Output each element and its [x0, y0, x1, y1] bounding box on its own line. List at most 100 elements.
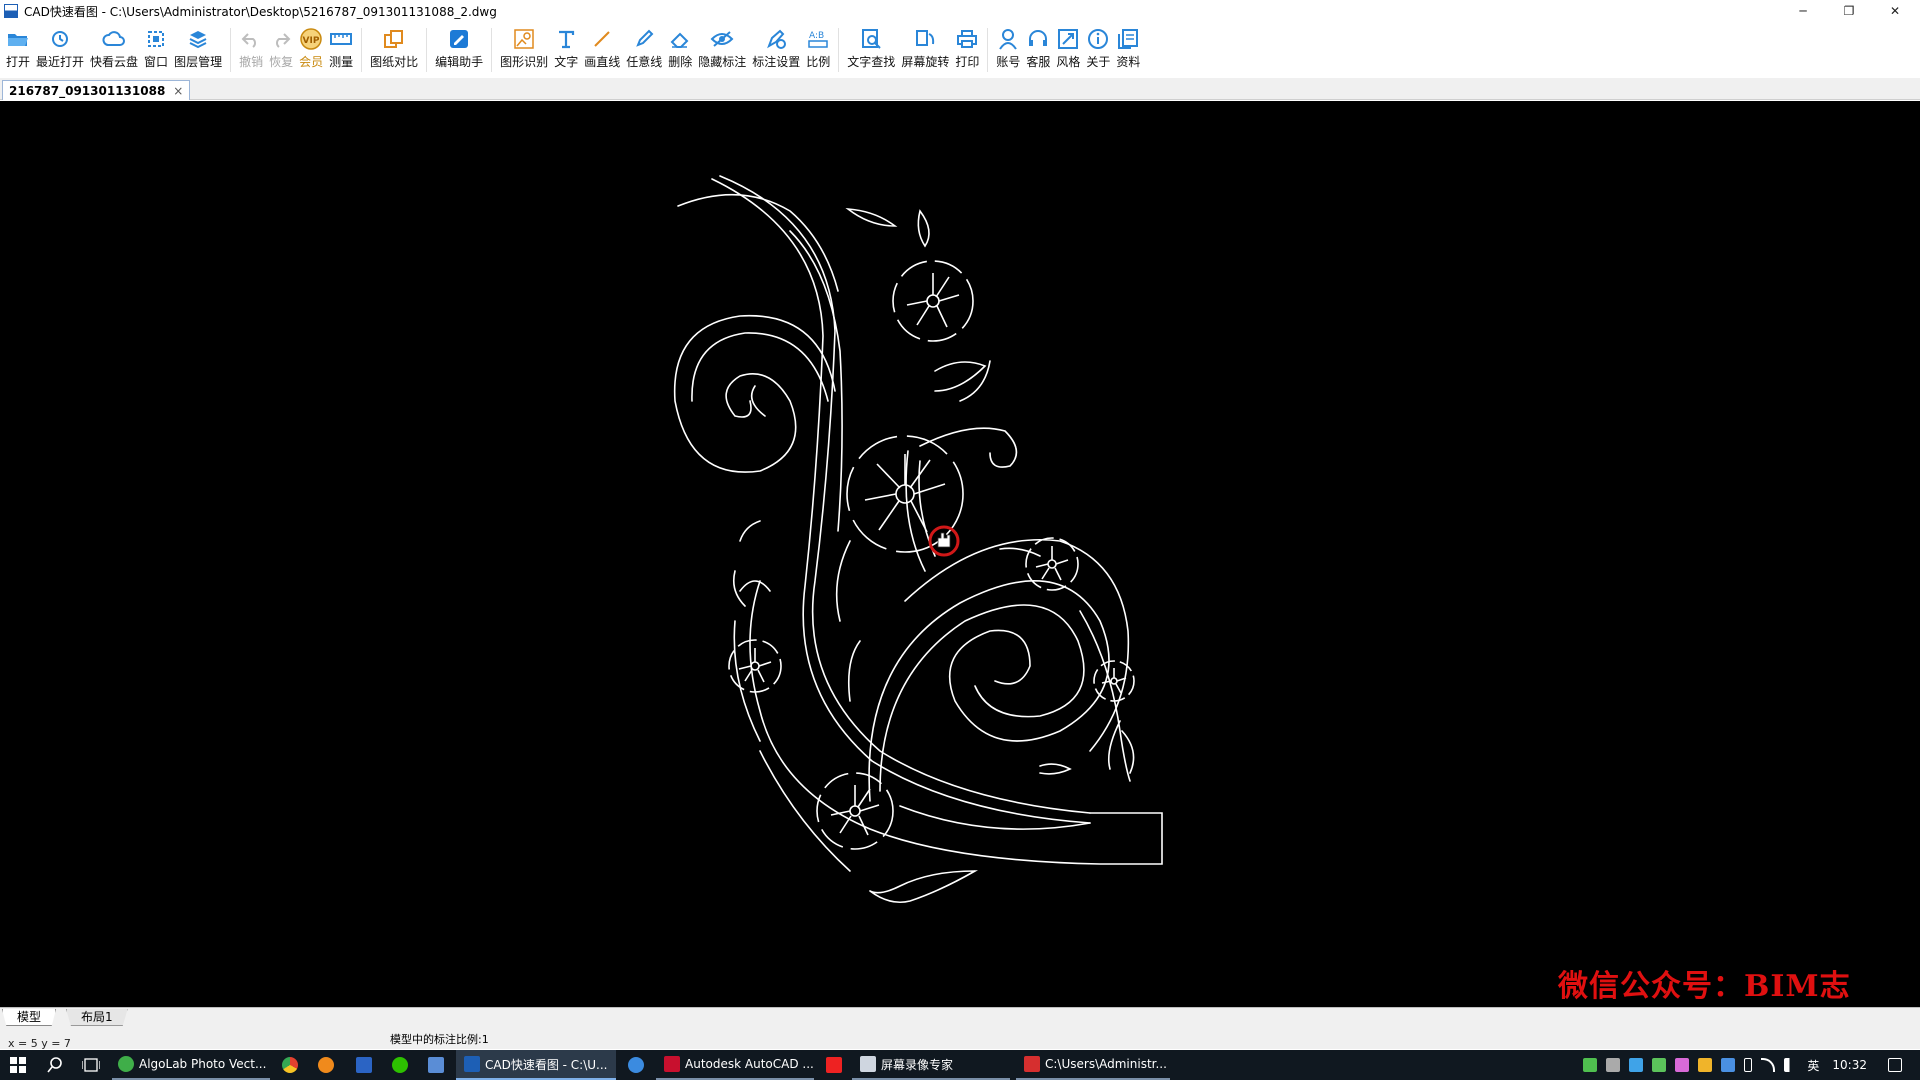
- toolbar-separator: [838, 28, 840, 72]
- layer-manager-button[interactable]: 图层管理: [174, 22, 222, 78]
- clock-time[interactable]: 10:32: [1832, 1058, 1867, 1072]
- document-tab-bar: 216787_091301131088 ×: [0, 78, 1920, 100]
- windows-start-button[interactable]: [0, 1050, 36, 1080]
- taskbar-app-cad-viewer[interactable]: CAD快速看图 - C:\U...: [456, 1050, 616, 1080]
- taskbar-word[interactable]: [352, 1050, 376, 1080]
- pencil-icon: [632, 28, 656, 50]
- taskbar-app-algolab[interactable]: AlgoLab Photo Vect...: [112, 1050, 270, 1080]
- tray-app-icon[interactable]: [1652, 1058, 1667, 1072]
- headset-icon: [1026, 28, 1050, 50]
- undo-button[interactable]: 撤销: [239, 22, 263, 78]
- customer-service-button[interactable]: 客服: [1026, 22, 1050, 78]
- taskbar-app-screen-recorder[interactable]: 屏幕录像专家: [852, 1050, 1010, 1080]
- taskbar-app[interactable]: [424, 1050, 448, 1080]
- open-button[interactable]: 打开: [6, 22, 30, 78]
- measure-button[interactable]: 测量: [329, 22, 353, 78]
- network-icon[interactable]: [1761, 1058, 1776, 1072]
- ruler-icon: [329, 28, 353, 50]
- screen-rotate-button[interactable]: 屏幕旋转: [901, 22, 949, 78]
- materials-button[interactable]: 资料: [1116, 22, 1140, 78]
- explorer-icon: [1024, 1056, 1040, 1072]
- window-select-icon: [144, 28, 168, 50]
- tray-app-icon[interactable]: [1698, 1058, 1713, 1072]
- hide-annotation-button[interactable]: 隐藏标注: [698, 22, 746, 78]
- tray-app-icon[interactable]: [1721, 1058, 1736, 1072]
- flower-large: [846, 435, 964, 553]
- battery-icon[interactable]: [1744, 1058, 1753, 1072]
- restore-button[interactable]: ❐: [1826, 0, 1872, 22]
- taskbar-search-tool[interactable]: [314, 1050, 338, 1080]
- eye-hide-icon: [710, 28, 734, 50]
- text-search-button[interactable]: 文字查找: [847, 22, 895, 78]
- account-button[interactable]: 账号: [996, 22, 1020, 78]
- window-button[interactable]: 窗口: [144, 22, 168, 78]
- tray-app-icon[interactable]: [1629, 1058, 1644, 1072]
- cloud-disk-button[interactable]: 快看云盘: [90, 22, 138, 78]
- layers-icon: [186, 28, 210, 50]
- tab-layout1[interactable]: 布局1: [66, 1009, 128, 1026]
- autocad-icon: [664, 1056, 680, 1072]
- cad-viewer-icon: [464, 1056, 480, 1072]
- drawing-compare-button[interactable]: 图纸对比: [370, 22, 418, 78]
- redo-button[interactable]: 恢复: [269, 22, 293, 78]
- tray-app-icon[interactable]: [1583, 1058, 1598, 1072]
- scale-icon: A:B: [806, 28, 830, 50]
- style-icon: [1056, 28, 1080, 50]
- taskbar-chrome[interactable]: [278, 1050, 302, 1080]
- search-icon: [47, 1057, 62, 1073]
- close-tab-icon[interactable]: ×: [173, 84, 183, 98]
- shape-recognize-icon: [512, 28, 536, 50]
- task-view-button[interactable]: [76, 1050, 106, 1080]
- tab-model[interactable]: 模型: [2, 1009, 57, 1026]
- main-toolbar: 打开 最近打开 快看云盘 窗口 图层管理 撤销 恢复 VIP 会员 测量 图纸对…: [0, 22, 1920, 78]
- taskbar-wechat[interactable]: [388, 1050, 412, 1080]
- text-t-icon: [554, 28, 578, 50]
- taskbar-app-autocad[interactable]: Autodesk AutoCAD ...: [656, 1050, 814, 1080]
- toolbar-separator: [230, 28, 232, 72]
- taskbar-app-2[interactable]: [624, 1050, 648, 1080]
- undo-icon: [239, 28, 263, 50]
- annotation-settings-icon: [764, 28, 788, 50]
- about-button[interactable]: 关于: [1086, 22, 1110, 78]
- print-button[interactable]: 打印: [955, 22, 979, 78]
- freehand-line-button[interactable]: 任意线: [626, 22, 662, 78]
- volume-icon[interactable]: [1784, 1058, 1799, 1072]
- text-button[interactable]: 文字: [554, 22, 578, 78]
- algolab-icon: [118, 1056, 134, 1072]
- svg-text:VIP: VIP: [303, 36, 320, 46]
- taskbar-app-explorer[interactable]: C:\Users\Administr...: [1016, 1050, 1170, 1080]
- eraser-icon: [668, 28, 692, 50]
- notification-icon[interactable]: [1888, 1058, 1902, 1072]
- shape-recognition-button[interactable]: 图形识别: [500, 22, 548, 78]
- toolbar-separator: [491, 28, 493, 72]
- drawing-canvas[interactable]: 微信公众号：BIM志: [0, 101, 1920, 1007]
- minimize-button[interactable]: ─: [1780, 0, 1826, 22]
- task-view-icon: [82, 1058, 100, 1072]
- annotation-settings-button[interactable]: 标注设置: [752, 22, 800, 78]
- windows-taskbar: AlgoLab Photo Vect... CAD快速看图 - C:\U... …: [0, 1050, 1920, 1080]
- pan-hand-cursor: [928, 525, 960, 557]
- line-icon: [590, 28, 614, 50]
- search-button[interactable]: [40, 1050, 70, 1080]
- draw-line-button[interactable]: 画直线: [584, 22, 620, 78]
- style-button[interactable]: 风格: [1056, 22, 1080, 78]
- document-tab[interactable]: 216787_091301131088 ×: [2, 80, 191, 100]
- app-icon: [428, 1057, 444, 1073]
- delete-button[interactable]: 删除: [668, 22, 692, 78]
- recent-clock-icon: [48, 28, 72, 50]
- taskbar-app-3[interactable]: [822, 1050, 846, 1080]
- compare-icon: [382, 28, 406, 50]
- edit-assistant-button[interactable]: 编辑助手: [435, 22, 483, 78]
- close-button[interactable]: ✕: [1872, 0, 1918, 22]
- document-tab-label: 216787_091301131088: [9, 83, 166, 98]
- chrome-icon: [282, 1057, 298, 1073]
- rotate-screen-icon: [913, 28, 937, 50]
- scale-button[interactable]: A:B 比例: [806, 22, 830, 78]
- vip-member-button[interactable]: VIP 会员: [299, 22, 323, 78]
- tray-app-icon[interactable]: [1606, 1058, 1621, 1072]
- toolbar-separator: [426, 28, 428, 72]
- recent-open-button[interactable]: 最近打开: [36, 22, 84, 78]
- ime-indicator[interactable]: 英: [1807, 1057, 1819, 1074]
- tray-app-icon[interactable]: [1675, 1058, 1690, 1072]
- flower-bottom: [816, 772, 894, 850]
